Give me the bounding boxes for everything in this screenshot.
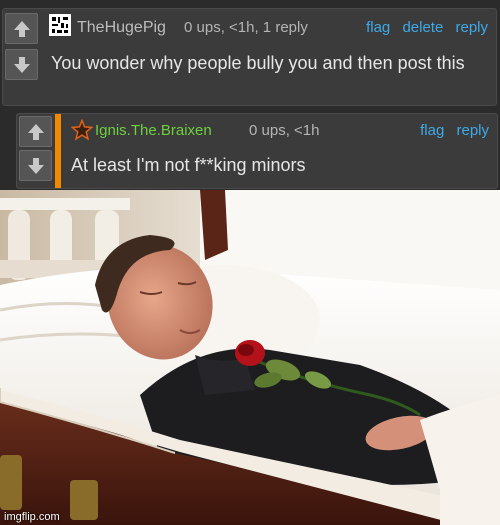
arrow-down-icon <box>27 157 44 174</box>
comment-meta: TheHugePig 0 ups, <1h, 1 reply flag dele… <box>41 14 496 38</box>
watermark: imgflip.com <box>4 511 60 523</box>
avatar[interactable] <box>49 14 71 36</box>
reply-comment: Ignis.The.Braixen 0 ups, <1h flag reply … <box>16 113 498 189</box>
photo-illustration <box>0 190 500 525</box>
comment-body: TheHugePig 0 ups, <1h, 1 reply flag dele… <box>41 9 496 105</box>
flag-link[interactable]: flag <box>366 19 390 36</box>
arrow-up-icon <box>13 20 30 37</box>
upvote-button[interactable] <box>5 13 38 44</box>
reply-link[interactable]: reply <box>455 19 488 36</box>
vote-controls <box>17 114 53 188</box>
reply-link[interactable]: reply <box>456 122 489 139</box>
comment-actions: flag reply <box>412 122 489 139</box>
star-icon <box>71 119 93 141</box>
comment: TheHugePig 0 ups, <1h, 1 reply flag dele… <box>2 8 497 106</box>
arrow-up-icon <box>27 123 44 140</box>
comment-actions: flag delete reply <box>358 19 488 36</box>
comment-text: You wonder why people bully you and then… <box>51 53 465 73</box>
comment-meta: Ignis.The.Braixen 0 ups, <1h flag reply <box>65 119 497 143</box>
comment-text: At least I'm not f**king minors <box>71 155 306 175</box>
casket-photo: imgflip.com <box>0 190 500 525</box>
username[interactable]: TheHugePig <box>77 19 166 37</box>
flag-link[interactable]: flag <box>420 122 444 139</box>
comment-body: Ignis.The.Braixen 0 ups, <1h flag reply … <box>65 114 497 188</box>
upvote-button[interactable] <box>19 116 52 147</box>
comment-stats: 0 ups, <1h, 1 reply <box>184 19 308 36</box>
vote-controls <box>3 9 39 105</box>
comment-stats: 0 ups, <1h <box>249 122 320 139</box>
delete-link[interactable]: delete <box>402 19 443 36</box>
comment-thread: TheHugePig 0 ups, <1h, 1 reply flag dele… <box>0 0 500 190</box>
downvote-button[interactable] <box>19 150 52 181</box>
downvote-button[interactable] <box>5 49 38 80</box>
arrow-down-icon <box>13 56 30 73</box>
reply-indent-bar <box>55 114 61 188</box>
username[interactable]: Ignis.The.Braixen <box>95 122 212 139</box>
